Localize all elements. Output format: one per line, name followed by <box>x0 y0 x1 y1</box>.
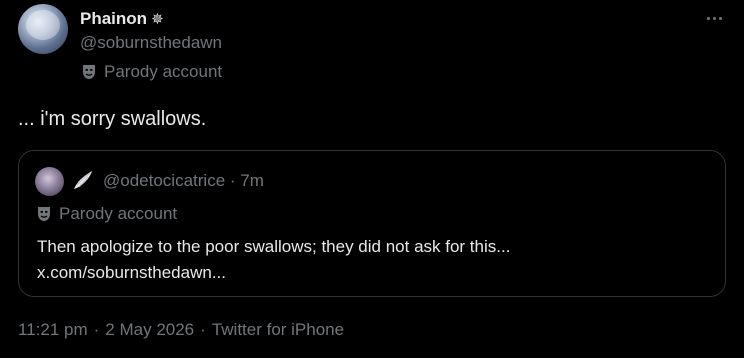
theater-mask-icon <box>38 207 50 221</box>
quoted-time[interactable]: 7m <box>240 171 264 190</box>
author-display-name[interactable]: Phainon <box>80 9 147 29</box>
quoted-handle[interactable]: @odetocicatrice <box>103 171 225 190</box>
quoted-author-avatar[interactable] <box>35 167 64 196</box>
author-name-row[interactable]: Phainon ✵ <box>80 9 164 29</box>
quoted-tweet-card[interactable]: @odetocicatrice · 7m Parody account Then… <box>18 150 726 297</box>
dot-icon <box>706 16 710 20</box>
dot-icon <box>718 16 722 20</box>
quoted-tweet-text: Then apologize to the poor swallows; the… <box>37 237 511 256</box>
author-handle[interactable]: @soburnsthedawn <box>80 33 222 53</box>
star-icon: ✵ <box>151 10 164 28</box>
parody-label: Parody account <box>82 62 222 82</box>
theater-mask-icon <box>83 65 95 79</box>
more-options-button[interactable] <box>702 8 726 28</box>
tweet-date[interactable]: 2 May 2026 <box>105 320 194 340</box>
wing-icon <box>74 171 92 189</box>
tweet-timestamp[interactable]: 11:21 pm <box>18 320 88 340</box>
parody-label-text: Parody account <box>104 62 223 81</box>
meta-separator: · <box>229 171 236 190</box>
tweet-footer: 11:21 pm · 2 May 2026 · Twitter for iPho… <box>18 320 344 340</box>
quoted-tweet-link[interactable]: x.com/soburnsthedawn... <box>37 260 510 286</box>
author-avatar[interactable] <box>18 4 68 54</box>
quoted-meta: @odetocicatrice · 7m <box>103 171 264 191</box>
quoted-parody-label: Parody account <box>37 204 177 224</box>
tweet-client[interactable]: Twitter for iPhone <box>212 320 344 340</box>
dot-icon <box>712 16 716 20</box>
footer-separator: · <box>93 320 100 339</box>
quoted-parody-label-text: Parody account <box>59 204 178 223</box>
quoted-tweet-body: Then apologize to the poor swallows; the… <box>37 234 510 286</box>
footer-separator: · <box>200 320 206 339</box>
tweet-text: ... i'm sorry swallows. <box>18 108 207 130</box>
